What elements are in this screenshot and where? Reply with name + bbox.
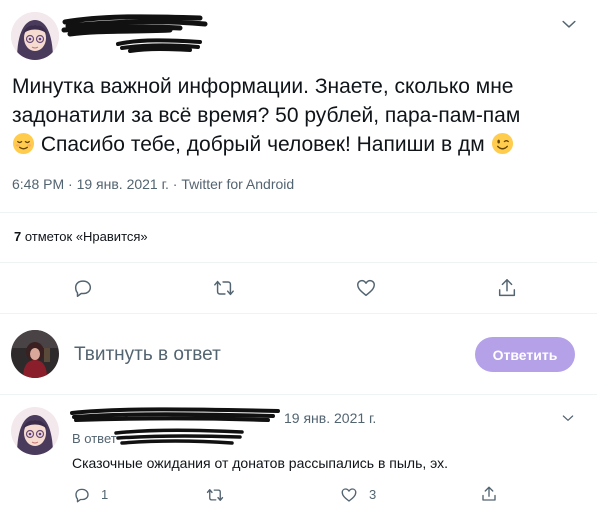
redacted-author-name [61,14,208,53]
tweet-text-line: Спасибо тебе, добрый человек! Напиши в д… [12,130,582,159]
share-icon [498,279,516,297]
reply-retweet-button[interactable] [206,486,224,504]
share-button[interactable] [496,277,518,299]
divider [0,313,597,314]
reply-like-button[interactable] [340,486,358,504]
reply-input[interactable]: Твитнуть в ответ [74,344,221,366]
reply-date[interactable]: 19 янв. 2021 г. [284,410,376,426]
retweet-icon [214,280,234,296]
chevron-down-icon[interactable] [560,410,576,426]
heart-icon [341,488,357,502]
tweet-text-line: задонатили за всё время? 50 рублей, пара… [12,104,521,127]
reply-to-label: В ответ [72,431,117,446]
tweet-text: Минутка важной информации. Знаете, сколь… [12,72,582,159]
tweet-meta: 6:48 PM · 19 янв. 2021 г. · Twitter for … [12,176,295,192]
reply-reply-count: 1 [101,487,109,502]
redacted-reply-author [70,407,280,422]
reply-share-button[interactable] [480,485,498,503]
likes-count[interactable]: 7 отметок «Нравится» [14,229,148,244]
reply-reply-button[interactable] [73,486,91,504]
divider [0,262,597,263]
share-icon [482,486,496,501]
reply-icon [75,488,89,503]
divider [0,394,597,395]
relieved-face-icon [12,132,35,155]
reply-icon [74,280,92,297]
chevron-down-icon[interactable] [559,14,579,34]
tweet-text-line: Минутка важной информации. Знаете, сколь… [12,75,514,98]
retweet-icon [206,489,224,501]
user-avatar[interactable] [11,330,59,378]
reply-button[interactable] [72,277,94,299]
reply-like-count: 3 [369,487,377,502]
divider [0,212,597,213]
heart-icon [357,279,375,297]
retweet-button[interactable] [213,277,235,299]
reply-submit-button[interactable]: Ответить [475,337,575,372]
winking-face-icon [491,132,513,155]
like-button[interactable] [355,277,377,299]
author-avatar[interactable] [11,12,59,60]
redacted-reply-to-handle [114,428,244,445]
reply-author-avatar[interactable] [11,407,59,455]
reply-text: Сказочные ожидания от донатов рассыпалис… [72,455,449,471]
